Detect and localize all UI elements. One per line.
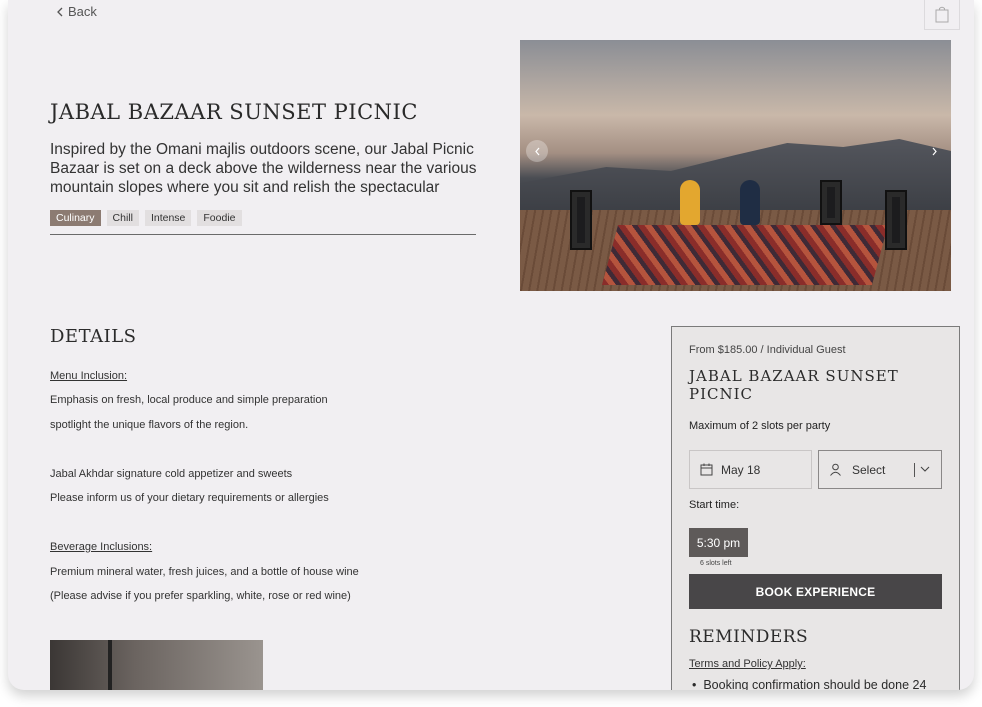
max-slots-note: Maximum of 2 slots per party xyxy=(689,420,831,432)
reminders-heading: REMINDERS xyxy=(689,627,809,647)
menu-line: Please inform us of your dietary require… xyxy=(50,492,329,504)
menu-line: Emphasis on fresh, local produce and sim… xyxy=(50,394,328,406)
page-title: JABAL BAZAAR SUNSET PICNIC xyxy=(50,100,418,124)
chevron-down-icon xyxy=(920,466,930,472)
menu-line: spotlight the unique flavors of the regi… xyxy=(50,419,249,431)
lantern-graphic xyxy=(570,190,592,250)
reminder-text: Booking confirmation should be done 24 xyxy=(703,678,927,690)
lantern-graphic xyxy=(820,180,842,225)
beverage-inclusions-heading: Beverage Inclusions: xyxy=(50,541,153,553)
booking-title: JABAL BAZAAR SUNSET PICNIC xyxy=(689,367,899,403)
experience-description: Inspired by the Omani majlis outdoors sc… xyxy=(50,141,477,196)
booking-card: From $185.00 / Individual Guest JABAL BA… xyxy=(671,326,960,690)
tag-chill[interactable]: Chill xyxy=(106,210,139,226)
guest-select-value: Select xyxy=(852,462,886,477)
terms-link[interactable]: Terms and Policy Apply: xyxy=(689,658,806,670)
menu-line: Jabal Akhdar signature cold appetizer an… xyxy=(50,468,293,480)
tag-list: Culinary Chill Intense Foodie xyxy=(50,210,242,226)
chevron-right-icon xyxy=(932,147,937,155)
back-link[interactable]: Back xyxy=(56,4,97,19)
shopping-bag-icon xyxy=(935,6,949,22)
lantern-graphic xyxy=(885,190,907,250)
person-graphic xyxy=(740,180,760,225)
person-graphic xyxy=(680,180,700,225)
book-experience-button[interactable]: BOOK EXPERIENCE xyxy=(689,574,942,609)
tag-foodie[interactable]: Foodie xyxy=(197,210,242,226)
slots-left-note: 6 slots left xyxy=(700,560,732,567)
guest-select[interactable]: Select xyxy=(818,450,942,489)
detail-thumbnail-image xyxy=(50,640,263,690)
calendar-icon xyxy=(700,463,713,476)
back-label: Back xyxy=(68,4,97,19)
gallery-prev-button[interactable] xyxy=(526,140,548,162)
time-slot-button[interactable]: 5:30 pm xyxy=(689,528,748,557)
hero-gallery-image xyxy=(520,40,951,291)
cart-button[interactable] xyxy=(924,0,960,30)
price-label: From $185.00 / Individual Guest xyxy=(689,344,846,356)
details-heading: DETAILS xyxy=(50,326,137,347)
date-picker[interactable]: May 18 xyxy=(689,450,812,489)
tag-culinary[interactable]: Culinary xyxy=(50,210,101,226)
select-separator xyxy=(914,463,915,477)
start-time-label: Start time: xyxy=(689,499,740,511)
chevron-left-icon xyxy=(534,147,539,155)
user-icon xyxy=(830,463,841,476)
app-frame: Back JABAL BAZAAR SUNSET PICNIC Inspired… xyxy=(8,0,974,690)
chevron-left-icon xyxy=(57,7,63,16)
beverage-line: (Please advise if you prefer sparkling, … xyxy=(50,590,351,602)
tag-intense[interactable]: Intense xyxy=(144,210,192,226)
reminder-item: • Booking confirmation should be done 24 xyxy=(692,678,927,690)
rug-graphic xyxy=(601,225,889,285)
beverage-line: Premium mineral water, fresh juices, and… xyxy=(50,566,359,578)
gallery-next-button[interactable] xyxy=(923,140,945,162)
date-value: May 18 xyxy=(721,462,761,477)
menu-inclusion-heading: Menu Inclusion: xyxy=(50,370,128,382)
divider xyxy=(50,234,476,235)
